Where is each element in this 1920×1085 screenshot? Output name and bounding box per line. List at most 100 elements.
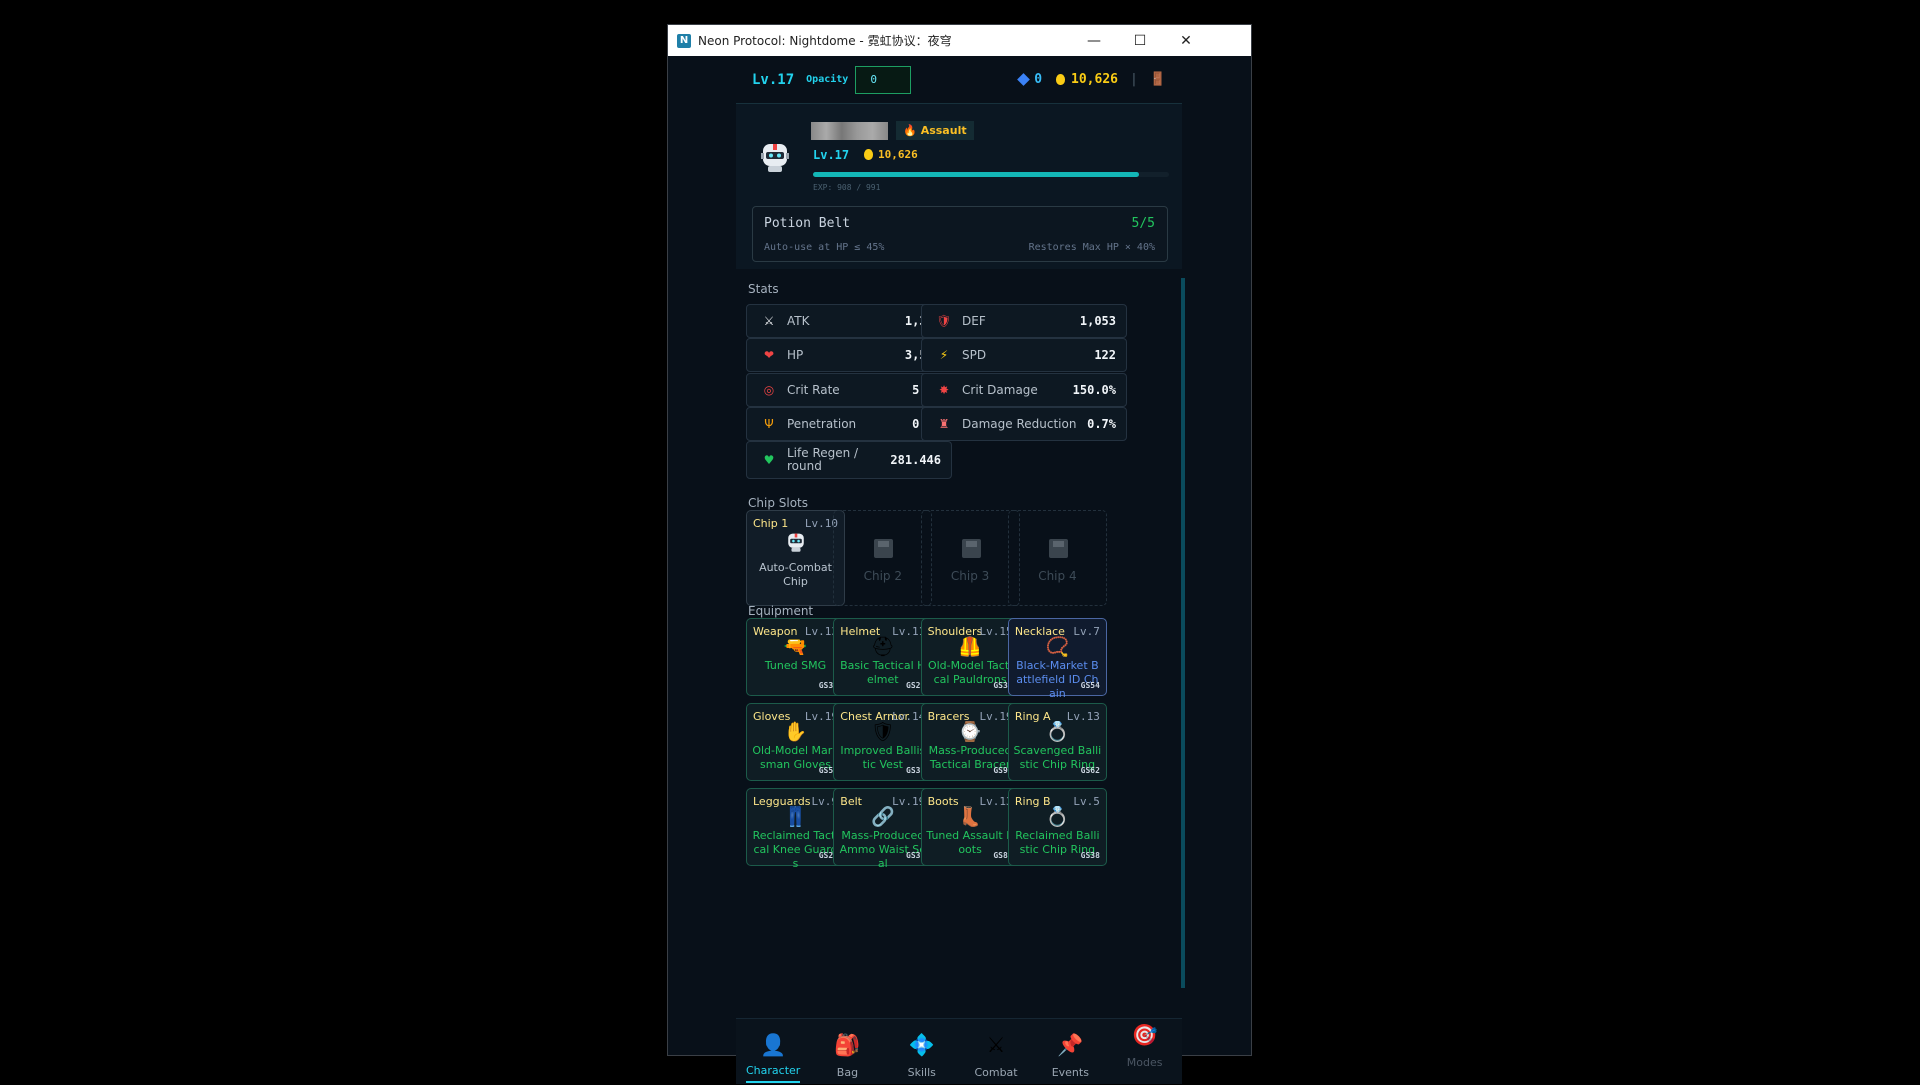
gem-count: 0 [1034,72,1043,87]
fire-icon: 🔥 [903,124,917,137]
nav-skills[interactable]: 💠 Skills [885,1019,959,1085]
stat-value: 122 [1094,348,1116,363]
chip-description: Auto-Combat Chip [747,561,844,589]
bag-icon: 🎒 [834,1033,861,1057]
scrollbar[interactable] [1181,278,1185,988]
equipment-slot-bracers[interactable]: Bracers Lv.19 ⌚ Mass-Produced Tactical Brac… [920,703,1020,781]
potion-count: 5/5 [1131,216,1155,231]
watch-icon: ⌚ [958,721,982,743]
nav-label: Combat [974,1066,1018,1079]
exp-text: EXP: 908 / 991 [813,183,881,192]
divider: | [1129,72,1138,87]
equipment-slot-belt[interactable]: Belt Lv.19 🔗 Mass-Produced Ammo Waist Seal G… [833,788,933,870]
boot-icon: 👢 [958,806,982,828]
skills-icon: 💠 [908,1033,935,1057]
helmet-icon: ⛑ [870,636,895,658]
profile-level: Lv.17 [813,148,850,162]
equipment-slot-boots[interactable]: Boots Lv.13 👢 Tuned Assault Boots GS86 [920,788,1020,866]
lightning-icon: ⚡ [939,348,949,363]
gear-score: GS54 [1080,681,1100,690]
equipment-item-name: Tuned SMG [764,659,827,672]
stat-label-line1: Life Regen / [787,446,859,461]
player-name-redacted [811,122,888,140]
pants-icon: 👖 [783,806,808,828]
exit-door-icon[interactable]: 🚪 [1150,72,1166,87]
equipment-item-name: Black-Market Battlefield ID Chain [1016,659,1099,700]
bottom-navigation: 👤 Character 🎒 Bag 💠 Skills ⚔ Combat 📌 Events 🎯 Mode… [736,1018,1182,1084]
nav-label: Skills [907,1066,936,1079]
nav-label: Modes [1126,1056,1163,1069]
stat-label: Penetration [787,416,857,431]
equipment-slot-necklace[interactable]: Necklace Lv.7 📿 Black-Market Battlefield ID… [1007,618,1107,700]
equipment-slot-shoulders[interactable]: Shoulders Lv.15 🦺 Old-Model Tactical Pauldr… [920,618,1020,696]
stat-value: 281.446 [890,453,941,468]
potion-restores: Restores Max HP × 40% [1028,242,1155,253]
stat-label: Damage Reduction [962,416,1077,431]
equipment-slot-chest-armor[interactable]: Chest Armor Lv.14 🛡 Improved Ballistic Vest… [833,703,933,781]
title-bar: N Neon Protocol: Nightdome - 霓虹协议：夜穹 — ☐… [668,25,1251,56]
floppy-disk-icon [1048,539,1068,558]
stats-title: Stats [748,282,779,296]
chip-slot-3[interactable]: Chip 3 [920,510,1020,606]
castle-icon: ♜ [938,416,950,431]
nav-bag[interactable]: 🎒 Bag [810,1019,884,1085]
top-status-bar: Lv.17 Opacity 0 0 10,626 | 🚪 [736,56,1182,104]
stat-damage-reduction: ♜ Damage Reduction 0.7% [921,406,1127,441]
potion-belt-panel[interactable]: Potion Belt 5/5 Auto-use at HP ≤ 45% Res… [752,206,1168,262]
gold-coin-icon [1056,74,1066,85]
trident-icon: Ψ [764,416,774,431]
nav-modes[interactable]: 🎯 Modes [1107,1019,1181,1085]
shield-icon: 🛡 [936,314,952,328]
nav-character[interactable]: 👤 Character [736,1019,810,1085]
stat-label: SPD [962,348,987,363]
stat-label: Crit Damage [962,382,1038,397]
game-app: Lv.17 Opacity 0 0 10,626 | 🚪 🔥 Assault L… [668,56,1251,1084]
floppy-disk-icon [874,539,894,558]
profile-gold-value: 10,626 [878,148,918,161]
close-button[interactable]: ✕ [1163,25,1209,56]
class-label: Assault [920,124,967,137]
chip-name: Chip 1 [753,517,789,530]
equipment-item-name: Mass-Produced Ammo Waist Seal [839,829,927,870]
stat-def: 🛡 DEF 1,053 [921,304,1127,338]
chip-slot-4[interactable]: Chip 4 [1007,510,1107,606]
burst-icon: ✸ [938,382,950,397]
maximize-button[interactable]: ☐ [1117,25,1163,56]
gear-score: GS62 [1080,766,1100,775]
floppy-disk-icon [961,539,981,558]
opacity-label: Opacity [806,74,849,85]
equipment-slot-weapon[interactable]: Weapon Lv.13 🔫 Tuned SMG GS32 [746,618,845,696]
exp-bar [813,172,1169,177]
exp-bar-fill [813,172,1140,177]
pushpin-icon: 📌 [1057,1033,1084,1057]
chip-description-line2: Chip [783,575,808,588]
equipment-slot-helmet[interactable]: Helmet Lv.11 ⛑ Basic Tactical Helmet GS29 [833,618,933,696]
equipment-slot-ring-b[interactable]: Ring B Lv.5 💍 Reclaimed Ballistic Chip Ring… [1007,788,1107,866]
equipment-slot-legguards[interactable]: Legguards Lv.9 👖 Reclaimed Tactical Knee Gu… [746,788,845,870]
stat-label: HP [787,348,804,363]
chip-description-line1: Auto-Combat [759,561,832,574]
stat-life-regen: ♥ Life Regen / round 281.446 [746,441,952,480]
chip-slot-2[interactable]: Chip 2 [833,510,933,606]
crossed-swords-icon: ⚔ [763,314,775,328]
stat-label: Crit Rate [787,382,840,397]
equipment-slot-ring-a[interactable]: Ring A Lv.13 💍 Scavenged Ballistic Chip Rin… [1007,703,1107,781]
chip-slot-1[interactable]: Chip 1 Lv.10 Auto-Combat Chip [746,510,845,606]
opacity-input[interactable]: 0 [855,65,912,94]
nav-combat[interactable]: ⚔ Combat [959,1019,1033,1085]
profile-gold: 10,626 [864,148,918,161]
stat-crit-damage: ✸ Crit Damage 150.0% [921,372,1127,407]
stat-label-line2: round [787,459,822,474]
equipment-slot-gloves[interactable]: Gloves Lv.19 ✋ Old-Model Marksman Gloves GS5… [746,703,845,781]
gold-count: 10,626 [1071,72,1118,87]
nav-label: Events [1051,1066,1089,1079]
gold-coin-icon [864,149,873,160]
crossed-swords-icon: ⚔ [986,1033,1006,1057]
heart-icon: ❤ [763,348,775,363]
minimize-button[interactable]: — [1071,25,1117,56]
currency-display: 0 10,626 | 🚪 [1017,72,1166,87]
ring-icon: 💍 [1045,806,1070,828]
vest-icon: 🦺 [958,636,982,658]
glove-icon: ✋ [783,721,808,743]
nav-events[interactable]: 📌 Events [1033,1019,1107,1085]
